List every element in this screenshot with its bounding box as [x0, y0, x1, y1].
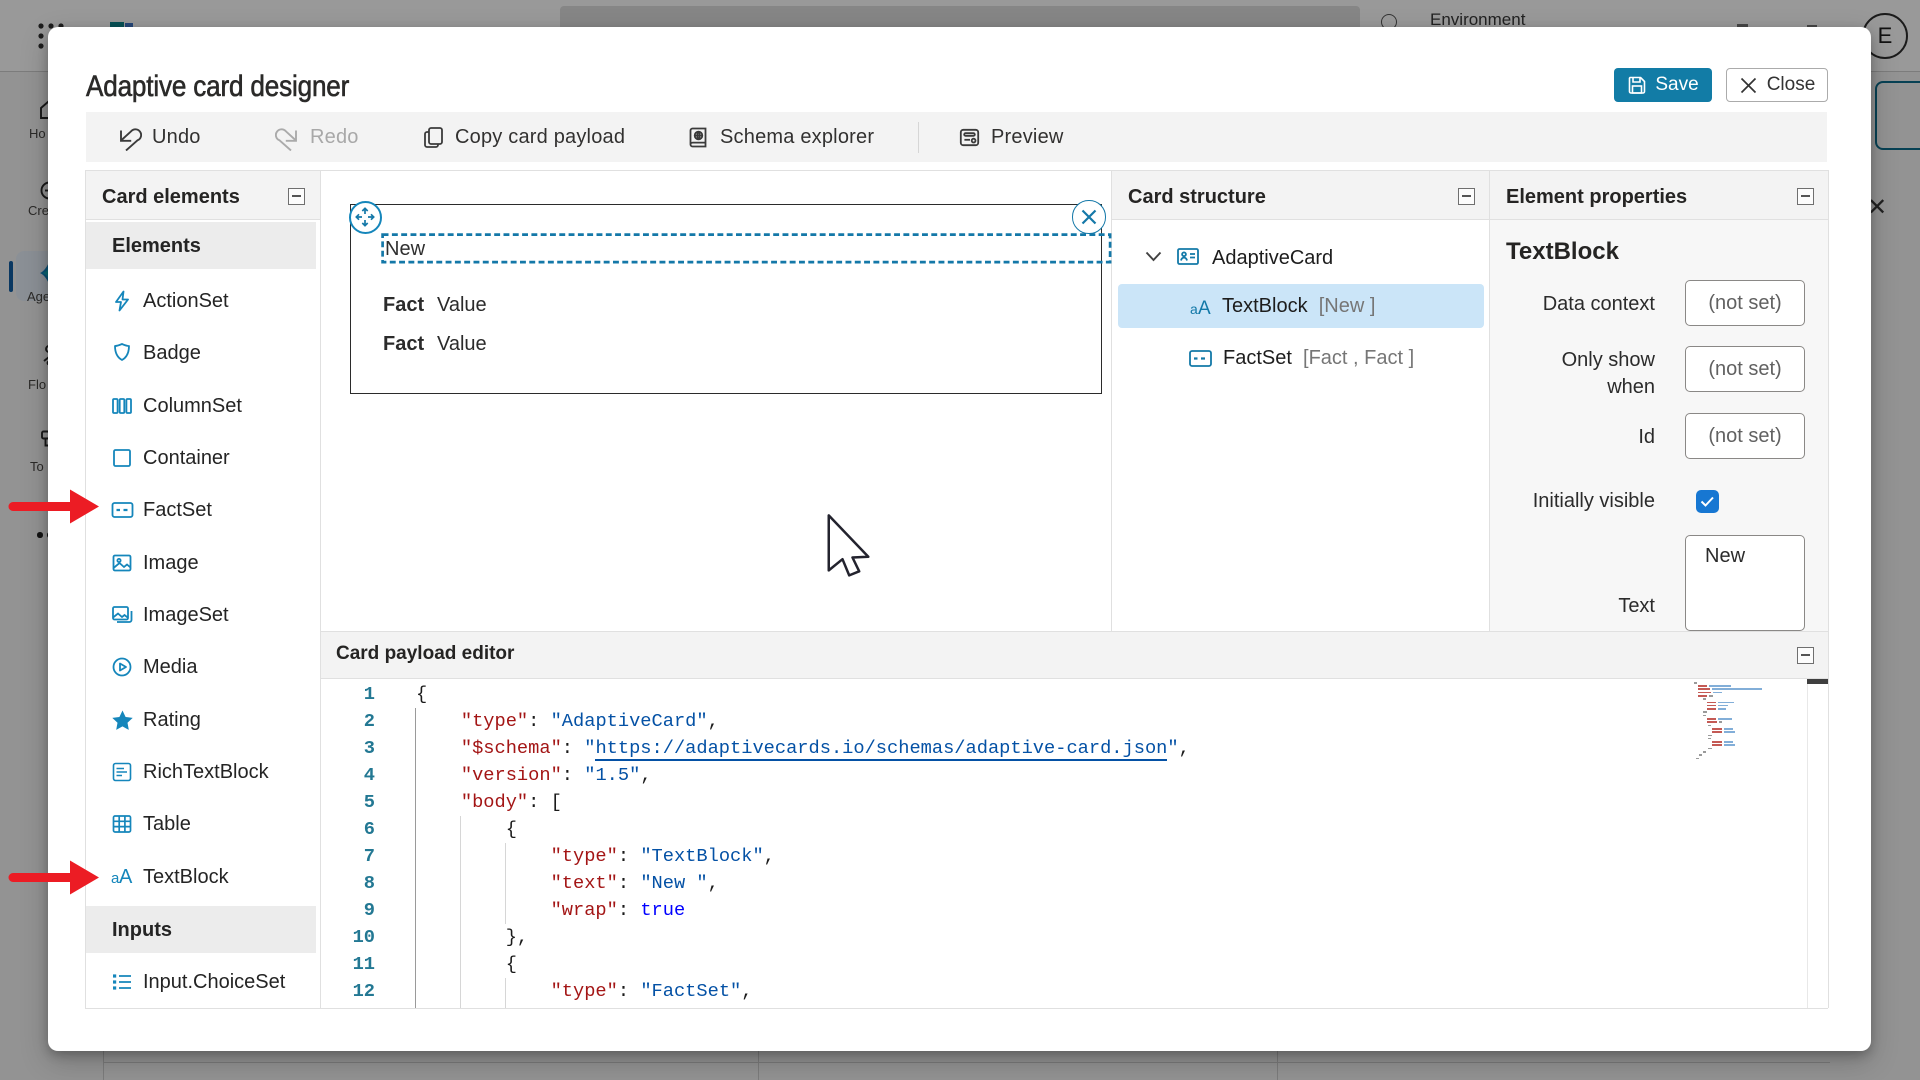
- svg-text:A: A: [1198, 298, 1211, 318]
- svg-text:A: A: [119, 866, 133, 888]
- svg-text:a: a: [1190, 301, 1198, 317]
